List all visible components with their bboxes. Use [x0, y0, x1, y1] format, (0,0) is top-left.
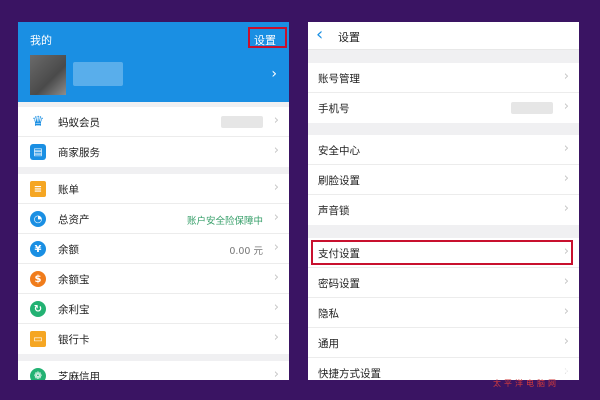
chevron-right-icon: › [273, 240, 279, 255]
money-bag-icon: $ [30, 271, 46, 287]
chevron-right-icon: › [273, 180, 279, 195]
blurred-user-name [73, 62, 123, 86]
list-item-label: 刷脸设置 [318, 175, 360, 187]
credit-list: ❁ 芝麻信用 › [18, 361, 289, 380]
list-item-total-assets[interactable]: ◔ 总资产 账户安全险保障中 › [18, 204, 289, 234]
list-item-sesame-credit[interactable]: ❁ 芝麻信用 › [18, 361, 289, 380]
watermark: PConline 太平洋电脑网 [493, 359, 575, 389]
chevron-right-icon: › [273, 367, 279, 380]
chevron-right-icon: › [563, 69, 569, 84]
chevron-right-icon: › [563, 99, 569, 114]
list-item-label: 总资产 [58, 214, 90, 226]
list-item-account-management[interactable]: 账号管理 › [308, 63, 579, 93]
security-list: 安全中心 › 刷脸设置 › 声音锁 › [308, 135, 579, 225]
list-item-yuebao[interactable]: $ 余额宝 › [18, 264, 289, 294]
chevron-right-icon: › [273, 143, 279, 158]
settings-header: ‹ 设置 [308, 22, 579, 50]
yen-icon: ¥ [30, 241, 46, 257]
chevron-right-icon: › [273, 113, 279, 128]
list-item-yulibao[interactable]: ↻ 余利宝 › [18, 294, 289, 324]
list-item-label: 余额宝 [58, 274, 90, 286]
chevron-right-icon[interactable]: › [271, 66, 277, 82]
blurred-phone-number [511, 102, 553, 114]
page-title: 设置 [338, 31, 360, 44]
chevron-right-icon: › [273, 330, 279, 345]
list-item-label: 芝麻信用 [58, 371, 100, 380]
refresh-coin-icon: ↻ [30, 301, 46, 317]
list-item-bank-card[interactable]: ▭ 银行卡 › [18, 324, 289, 354]
list-item-label: 余利宝 [58, 304, 90, 316]
list-item-label: 手机号 [318, 103, 350, 115]
list-item-label: 商家服务 [58, 147, 100, 159]
avatar[interactable] [30, 55, 66, 95]
pie-chart-icon: ◔ [30, 211, 46, 227]
bank-card-icon: ▭ [30, 331, 46, 347]
list-item-password-settings[interactable]: 密码设置 › [308, 268, 579, 298]
member-service-list: ♛ 蚂蚁会员 › ▤ 商家服务 › [18, 107, 289, 167]
list-item-label: 声音锁 [318, 205, 350, 217]
list-item-label: 蚂蚁会员 [58, 117, 100, 129]
payment-settings-highlight-box [311, 240, 573, 265]
back-arrow-icon[interactable]: ‹ [316, 24, 323, 45]
store-icon: ▤ [30, 144, 46, 160]
list-item-label: 账号管理 [318, 73, 360, 85]
list-item-label: 快捷方式设置 [318, 368, 381, 380]
chevron-right-icon: › [563, 201, 569, 216]
account-list: 账号管理 › 手机号 › [308, 63, 579, 123]
list-item-label: 隐私 [318, 308, 339, 320]
chevron-right-icon: › [563, 334, 569, 349]
list-item-balance[interactable]: ¥ 余额 0.00 元 › [18, 234, 289, 264]
list-item-ant-member[interactable]: ♛ 蚂蚁会员 › [18, 107, 289, 137]
chevron-right-icon: › [563, 171, 569, 186]
list-item-privacy[interactable]: 隐私 › [308, 298, 579, 328]
list-item-label: 安全中心 [318, 145, 360, 157]
list-item-voice-lock[interactable]: 声音锁 › [308, 195, 579, 225]
list-item-label: 密码设置 [318, 278, 360, 290]
chevron-right-icon: › [273, 300, 279, 315]
list-item-bill[interactable]: ≡ 账单 › [18, 174, 289, 204]
sesame-icon: ❁ [30, 368, 46, 380]
list-item-security-center[interactable]: 安全中心 › [308, 135, 579, 165]
list-item-merchant-service[interactable]: ▤ 商家服务 › [18, 137, 289, 167]
insurance-status: 账户安全险保障中 [186, 216, 263, 227]
chevron-right-icon: › [563, 274, 569, 289]
list-item-face-settings[interactable]: 刷脸设置 › [308, 165, 579, 195]
list-item-label: 账单 [58, 184, 79, 196]
profile-header: 我的 设置 › [18, 22, 289, 102]
my-page-screen: 我的 设置 › ♛ 蚂蚁会员 › ▤ 商家服务 › ≡ 账单 › ◔ 总资产 账… [18, 22, 289, 380]
settings-screen: ‹ 设置 账号管理 › 手机号 › 安全中心 › 刷脸设置 › 声音锁 › 支付… [308, 22, 579, 380]
list-item-label: 通用 [318, 338, 339, 350]
page-title: 我的 [30, 34, 52, 47]
balance-value: 0.00 元 [229, 246, 263, 257]
list-item-phone-number[interactable]: 手机号 › [308, 93, 579, 123]
list-item-general[interactable]: 通用 › [308, 328, 579, 358]
bill-icon: ≡ [30, 181, 46, 197]
assets-list: ≡ 账单 › ◔ 总资产 账户安全险保障中 › ¥ 余额 0.00 元 › $ … [18, 174, 289, 354]
list-item-label: 银行卡 [58, 334, 90, 346]
list-item-label: 余额 [58, 244, 79, 256]
crown-icon: ♛ [31, 114, 45, 130]
chevron-right-icon: › [563, 304, 569, 319]
chevron-right-icon: › [273, 270, 279, 285]
chevron-right-icon: › [563, 141, 569, 156]
blurred-value [221, 116, 263, 128]
watermark-brand: PConline [493, 359, 576, 379]
chevron-right-icon: › [273, 210, 279, 225]
settings-button[interactable]: 设置 [254, 32, 276, 48]
